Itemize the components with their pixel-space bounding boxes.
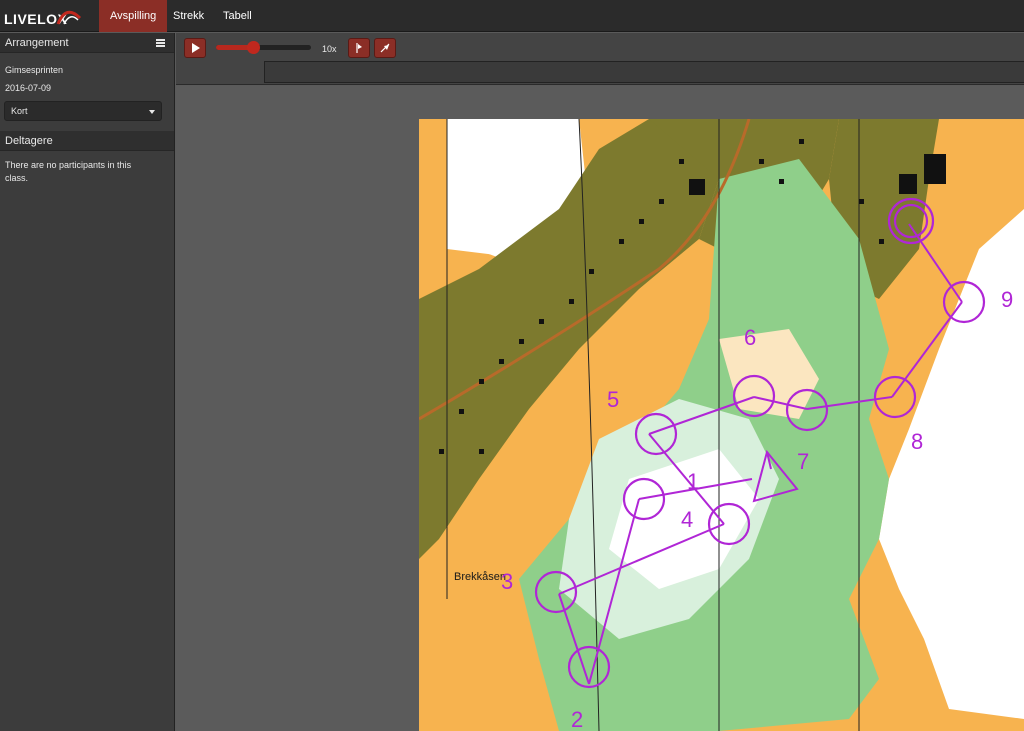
place-name: Brekkåsen	[454, 571, 506, 583]
arrangement-title: Arrangement	[5, 37, 69, 49]
event-name: Gimsesprinten	[5, 65, 64, 75]
top-bar: LIVELOX Avspilling Strekk Tabell	[0, 0, 1024, 32]
tab-label: Avspilling	[110, 10, 157, 22]
class-select-value: Kort	[11, 106, 28, 116]
tab-tabell[interactable]: Tabell	[212, 0, 263, 32]
event-date: 2016-07-09	[5, 83, 52, 93]
timeline-bar[interactable]	[264, 61, 1024, 83]
tab-label: Tabell	[223, 10, 252, 22]
hamburger-menu-icon[interactable]	[156, 39, 165, 47]
tab-strekk[interactable]: Strekk	[162, 0, 215, 32]
step-forward-button[interactable]	[348, 38, 370, 58]
participants-header: Deltagere	[0, 131, 174, 151]
play-button[interactable]	[184, 38, 206, 58]
control-number: 3	[501, 569, 514, 594]
map-viewport[interactable]: Brekkåsen 1 2 3 4 5 6 7 8 9	[176, 86, 1024, 731]
logo-arc-icon	[56, 10, 82, 25]
speed-slider-handle[interactable]	[247, 41, 260, 54]
control-number: 7	[797, 449, 810, 474]
tab-label: Strekk	[173, 10, 205, 22]
speed-slider[interactable]	[216, 41, 311, 54]
control-number: 5	[607, 387, 620, 412]
participants-empty-message: There are no participants in this class.	[5, 160, 132, 183]
mass-start-button[interactable]	[374, 38, 396, 58]
sidebar: Arrangement Gimsesprinten 2016-07-09 Kor…	[0, 33, 175, 731]
tab-avspilling[interactable]: Avspilling	[99, 0, 168, 32]
control-number: 4	[681, 507, 694, 532]
playback-toolbar: 10x	[176, 33, 1024, 85]
livelox-logo[interactable]: LIVELOX	[4, 4, 84, 28]
play-icon	[192, 43, 200, 53]
participants-title: Deltagere	[5, 135, 53, 147]
class-select[interactable]: Kort	[4, 101, 162, 121]
control-number: 1	[687, 469, 700, 494]
control-number: 2	[571, 707, 584, 731]
control-number: 8	[911, 429, 924, 454]
arrangement-header: Arrangement	[0, 33, 174, 53]
runner-icon	[380, 43, 390, 53]
speed-label: 10x	[322, 44, 337, 54]
orienteering-map[interactable]: Brekkåsen 1 2 3 4 5 6 7 8 9	[419, 119, 1024, 731]
chevron-down-icon	[149, 110, 155, 114]
map-graphic	[419, 119, 1024, 731]
flag-forward-icon	[356, 43, 362, 53]
control-number: 6	[744, 325, 757, 350]
control-number: 9	[1001, 287, 1014, 312]
